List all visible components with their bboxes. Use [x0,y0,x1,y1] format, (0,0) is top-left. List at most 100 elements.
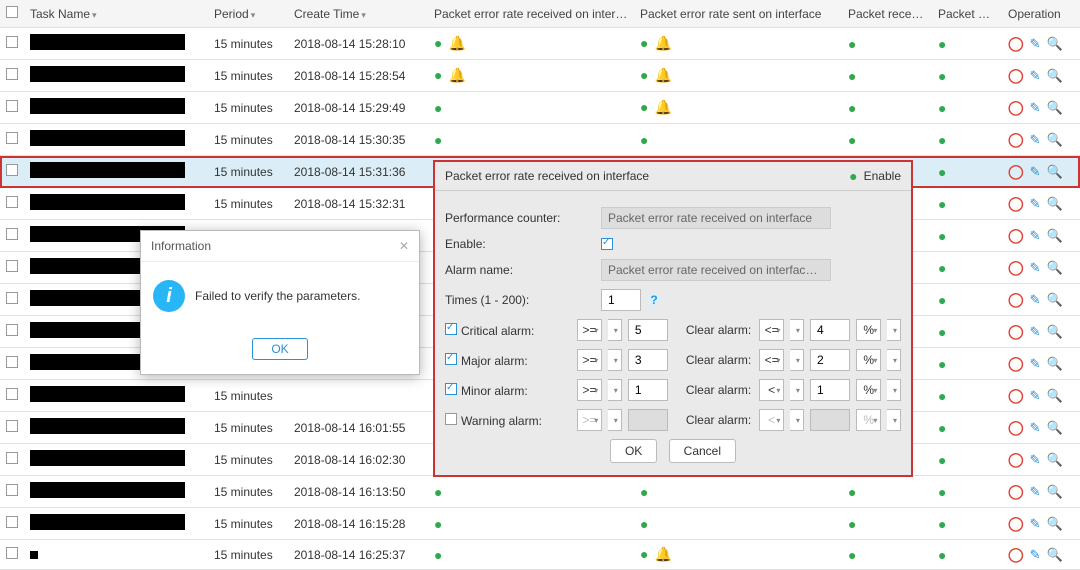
dropdown-icon[interactable] [887,319,901,341]
edit-icon[interactable]: ✎ [1030,420,1041,436]
stop-icon[interactable]: ◯ [1008,35,1024,52]
search-icon[interactable]: 🔍 [1047,388,1063,404]
stop-icon[interactable]: ◯ [1008,67,1024,84]
row-checkbox[interactable] [6,516,18,528]
row-checkbox[interactable] [6,132,18,144]
dropdown-icon[interactable] [887,379,901,401]
edit-icon[interactable]: ✎ [1030,292,1041,308]
dropdown-icon[interactable] [608,379,622,401]
op-select[interactable]: < [759,379,784,401]
table-row[interactable]: 15 minutes2018-08-14 16:15:28●●●●◯✎🔍 [0,508,1080,540]
row-checkbox[interactable] [6,324,18,336]
critical-value[interactable] [628,319,668,341]
stop-icon[interactable]: ◯ [1008,227,1024,244]
stop-icon[interactable]: ◯ [1008,131,1024,148]
search-icon[interactable]: 🔍 [1047,547,1063,563]
edit-icon[interactable]: ✎ [1030,196,1041,212]
dropdown-icon[interactable] [790,349,804,371]
stop-icon[interactable]: ◯ [1008,515,1024,532]
op-select[interactable]: >= [577,349,602,371]
times-input[interactable] [601,289,641,311]
row-checkbox[interactable] [6,164,18,176]
row-checkbox[interactable] [6,228,18,240]
search-icon[interactable]: 🔍 [1047,516,1063,532]
row-checkbox[interactable] [6,196,18,208]
table-row[interactable]: 15 minutes2018-08-14 16:13:50●●●●◯✎🔍 [0,476,1080,508]
col-period[interactable]: Period▾ [208,0,288,28]
table-row[interactable]: 15 minutes2018-08-14 16:25:37●●🔔●●◯✎🔍 [0,540,1080,570]
row-checkbox[interactable] [6,292,18,304]
stop-icon[interactable]: ◯ [1008,546,1024,563]
stop-icon[interactable]: ◯ [1008,387,1024,404]
dialog-ok-button[interactable]: OK [252,338,307,360]
row-checkbox[interactable] [6,68,18,80]
minor-clear-value[interactable] [810,379,850,401]
row-checkbox[interactable] [6,452,18,464]
edit-icon[interactable]: ✎ [1030,68,1041,84]
edit-icon[interactable]: ✎ [1030,484,1041,500]
stop-icon[interactable]: ◯ [1008,323,1024,340]
close-icon[interactable]: ✕ [399,239,409,253]
edit-icon[interactable]: ✎ [1030,356,1041,372]
cancel-button[interactable]: Cancel [669,439,736,463]
unit-select[interactable]: % [856,319,881,341]
search-icon[interactable]: 🔍 [1047,356,1063,372]
table-row[interactable]: 15 minutes2018-08-14 15:28:10●🔔●🔔●●◯✎🔍 [0,28,1080,60]
col-create-time[interactable]: Create Time▾ [288,0,428,28]
stop-icon[interactable]: ◯ [1008,419,1024,436]
stop-icon[interactable]: ◯ [1008,483,1024,500]
search-icon[interactable]: 🔍 [1047,484,1063,500]
search-icon[interactable]: 🔍 [1047,132,1063,148]
stop-icon[interactable]: ◯ [1008,259,1024,276]
col-preceiving[interactable]: Packet receiving [842,0,932,28]
edit-icon[interactable]: ✎ [1030,164,1041,180]
minor-checkbox[interactable] [445,383,457,395]
col-sent[interactable]: Packet error rate sent on interface [634,0,842,28]
search-icon[interactable]: 🔍 [1047,260,1063,276]
op-select[interactable]: <= [759,349,784,371]
edit-icon[interactable]: ✎ [1030,100,1041,116]
dropdown-icon[interactable] [608,349,622,371]
search-icon[interactable]: 🔍 [1047,164,1063,180]
warning-checkbox[interactable] [445,413,457,425]
search-icon[interactable]: 🔍 [1047,100,1063,116]
col-task-name[interactable]: Task Name▾ [24,0,208,28]
row-checkbox[interactable] [6,388,18,400]
row-checkbox[interactable] [6,484,18,496]
row-checkbox[interactable] [6,260,18,272]
op-select[interactable]: >= [577,379,602,401]
col-recv[interactable]: Packet error rate received on interface [428,0,634,28]
dropdown-icon[interactable] [790,379,804,401]
edit-icon[interactable]: ✎ [1030,36,1041,52]
op-select[interactable]: <= [759,319,784,341]
critical-clear-value[interactable] [810,319,850,341]
edit-icon[interactable]: ✎ [1030,324,1041,340]
major-clear-value[interactable] [810,349,850,371]
edit-icon[interactable]: ✎ [1030,516,1041,532]
search-icon[interactable]: 🔍 [1047,420,1063,436]
edit-icon[interactable]: ✎ [1030,547,1041,563]
edit-icon[interactable]: ✎ [1030,260,1041,276]
row-checkbox[interactable] [6,36,18,48]
select-all-checkbox[interactable] [6,6,18,18]
unit-select[interactable]: % [856,349,881,371]
col-psend[interactable]: Packet send [932,0,1002,28]
table-row[interactable]: 15 minutes2018-08-14 15:28:54●🔔●🔔●●◯✎🔍 [0,60,1080,92]
edit-icon[interactable]: ✎ [1030,388,1041,404]
row-checkbox[interactable] [6,356,18,368]
major-value[interactable] [628,349,668,371]
enable-checkbox[interactable] [601,238,613,250]
stop-icon[interactable]: ◯ [1008,291,1024,308]
major-checkbox[interactable] [445,353,457,365]
edit-icon[interactable]: ✎ [1030,228,1041,244]
dropdown-icon[interactable] [887,349,901,371]
search-icon[interactable]: 🔍 [1047,324,1063,340]
search-icon[interactable]: 🔍 [1047,196,1063,212]
dropdown-icon[interactable] [790,319,804,341]
stop-icon[interactable]: ◯ [1008,99,1024,116]
ok-button[interactable]: OK [610,439,657,463]
stop-icon[interactable]: ◯ [1008,451,1024,468]
search-icon[interactable]: 🔍 [1047,36,1063,52]
help-icon[interactable]: ? [647,293,661,307]
table-row[interactable]: 15 minutes2018-08-14 15:29:49●●🔔●●◯✎🔍 [0,92,1080,124]
